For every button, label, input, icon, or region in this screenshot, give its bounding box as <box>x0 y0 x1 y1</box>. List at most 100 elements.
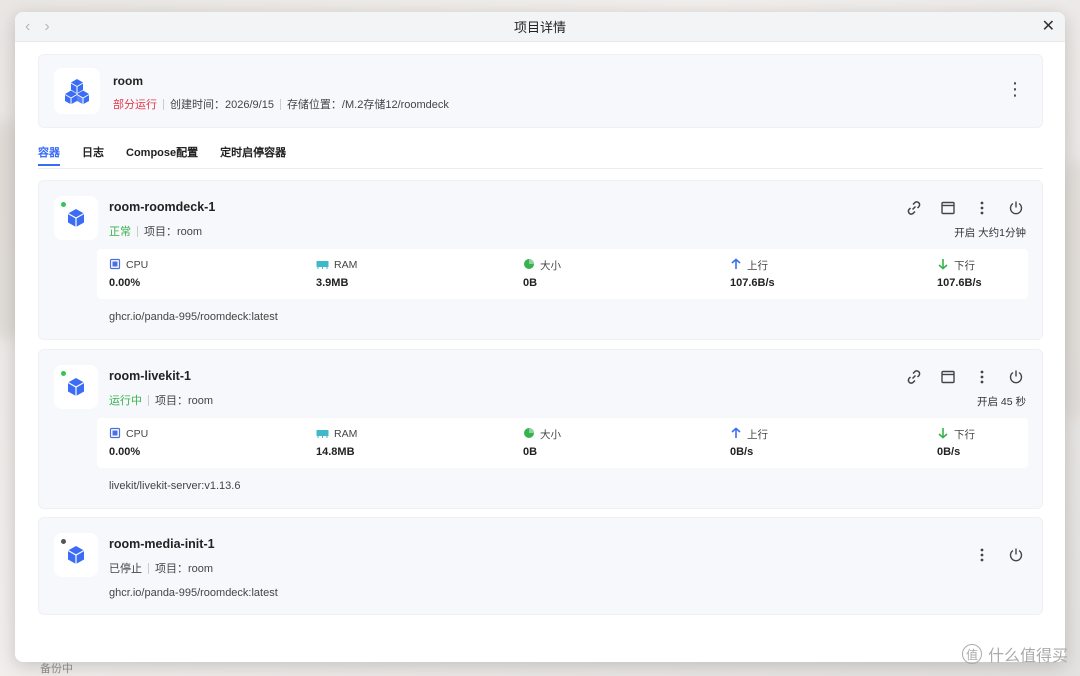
link-icon[interactable] <box>904 367 924 387</box>
stat-value: 0B <box>523 446 538 458</box>
stat-label: 下行 <box>954 428 975 441</box>
more-icon[interactable] <box>972 545 992 565</box>
container-image: livekit/livekit-server:v1.13.6 <box>109 480 241 492</box>
container-card-roomdeck[interactable]: room-roomdeck-1 正常 项目：room 开启 大约1分钟 CPU … <box>38 180 1043 340</box>
container-status: 正常 <box>109 226 131 238</box>
divider <box>148 562 149 574</box>
forward-arrow-icon[interactable]: › <box>44 17 49 37</box>
stat-label: 上行 <box>747 259 768 272</box>
project-created: 创建时间：2026/9/15 <box>170 99 274 111</box>
container-status: 运行中 <box>109 395 142 407</box>
divider <box>163 98 164 110</box>
stat-upload: 上行 0B/s <box>730 426 768 458</box>
stat-cpu: CPU 0.00% <box>109 258 148 289</box>
terminal-window-icon[interactable] <box>938 198 958 218</box>
container-image: ghcr.io/panda-995/roomdeck:latest <box>109 587 278 599</box>
tab-containers[interactable]: 容器 <box>38 140 60 168</box>
stat-label: CPU <box>126 259 149 271</box>
stat-download: 下行 107.6B/s <box>937 258 982 289</box>
container-meta: 已停止 项目：room <box>109 560 213 576</box>
container-name: room-roomdeck-1 <box>109 200 216 214</box>
arrow-down-icon <box>937 427 949 442</box>
status-dot <box>61 371 66 376</box>
stat-value: 0.00% <box>109 277 141 289</box>
divider <box>279 98 281 110</box>
status-dot <box>61 539 66 544</box>
title-bar: ‹ › 项目详情 ✕ <box>15 12 1065 42</box>
project-meta: 部分运行 创建时间：2026/9/15 存储位置：/M.2存储12/roomde… <box>113 96 449 112</box>
more-icon[interactable] <box>972 198 992 218</box>
status-dot <box>61 202 66 207</box>
tab-compose-config[interactable]: Compose配置 <box>126 140 198 168</box>
container-card-livekit[interactable]: room-livekit-1 运行中 项目：room 开启 45 秒 CPU 0… <box>38 349 1043 509</box>
stat-value: 3.9MB <box>316 277 349 289</box>
window-title: 项目详情 <box>513 20 566 35</box>
container-project: 项目：room <box>155 395 214 407</box>
stat-label: 上行 <box>747 428 768 441</box>
terminal-window-icon[interactable] <box>938 367 958 387</box>
stat-label: 大小 <box>540 428 561 441</box>
tab-divider <box>38 168 1043 169</box>
stat-upload: 上行 107.6B/s <box>730 257 775 289</box>
stat-label: 大小 <box>540 259 561 272</box>
nav-arrows: ‹ › <box>25 17 50 37</box>
tab-logs[interactable]: 日志 <box>82 140 104 168</box>
project-details-window: ‹ › 项目详情 ✕ room 部分运行 创建时间：2026/9/15 存储位置… <box>15 12 1065 662</box>
project-storage: 存储位置：/M.2存储12/roomdeck <box>286 99 449 111</box>
back-arrow-icon[interactable]: ‹ <box>25 17 30 37</box>
link-icon[interactable] <box>904 198 924 218</box>
stat-value: 107.6B/s <box>730 277 775 289</box>
more-icon[interactable] <box>972 367 992 387</box>
tab-bar: 容器 日志 Compose配置 定时启停容器 <box>38 140 308 168</box>
container-name: room-media-init-1 <box>109 537 215 551</box>
stat-cpu: CPU 0.00% <box>109 427 148 458</box>
container-actions <box>972 545 1026 565</box>
container-name: room-livekit-1 <box>109 369 191 383</box>
container-actions <box>904 198 1026 218</box>
power-icon[interactable] <box>1006 367 1026 387</box>
watermark: 值 什么值得买 <box>961 642 1068 666</box>
stat-ram: RAM 3.9MB <box>316 258 357 289</box>
container-stats: CPU 0.00% RAM 14.8MB 大小 0B 上行 0B/s 下行 0B… <box>97 418 1028 468</box>
power-icon[interactable] <box>1006 198 1026 218</box>
container-image: ghcr.io/panda-995/roomdeck:latest <box>109 311 278 323</box>
arrow-up-icon <box>730 426 742 442</box>
tab-scheduled-start-stop[interactable]: 定时启停容器 <box>220 140 286 168</box>
power-icon[interactable] <box>1006 545 1026 565</box>
stat-size: 大小 0B <box>523 427 561 458</box>
stat-value: 0B <box>523 277 538 289</box>
container-project: 项目：room <box>144 226 203 238</box>
stat-value: 0B/s <box>937 446 961 458</box>
container-card-media-init[interactable]: room-media-init-1 已停止 项目：room ghcr.io/pa… <box>38 517 1043 615</box>
stat-value: 107.6B/s <box>937 277 982 289</box>
stat-download: 下行 0B/s <box>937 427 975 458</box>
close-icon[interactable]: ✕ <box>1042 17 1055 37</box>
container-meta: 正常 项目：room <box>109 223 202 239</box>
arrow-up-icon <box>730 257 742 273</box>
divider <box>137 225 138 237</box>
project-cubes-icon <box>54 68 100 114</box>
stat-size: 大小 0B <box>523 258 561 289</box>
stat-label: RAM <box>334 428 358 440</box>
divider <box>148 394 149 406</box>
container-uptime: 开启 45 秒 <box>976 396 1026 408</box>
cpu-icon <box>109 258 121 273</box>
project-name: room <box>113 74 143 88</box>
container-stats: CPU 0.00% RAM 3.9MB 大小 0B 上行 107.6B/s 下行… <box>97 249 1028 299</box>
stat-label: 下行 <box>954 259 975 272</box>
container-status: 已停止 <box>109 563 142 575</box>
watermark-text: 什么值得买 <box>987 648 1068 665</box>
stat-label: CPU <box>126 428 149 440</box>
container-meta: 运行中 项目：room <box>109 392 213 408</box>
container-actions <box>904 367 1026 387</box>
project-status: 部分运行 <box>113 99 157 111</box>
arrow-down-icon <box>937 258 949 273</box>
backup-status: 备份中 <box>40 663 73 675</box>
stat-value: 14.8MB <box>316 446 355 458</box>
pie-chart-icon <box>523 427 535 442</box>
container-uptime: 开启 大约1分钟 <box>954 227 1026 239</box>
stat-ram: RAM 14.8MB <box>316 427 357 458</box>
project-more-icon[interactable]: ⋮ <box>1006 79 1024 99</box>
ram-icon <box>316 258 329 273</box>
watermark-logo-icon: 值 <box>961 644 982 664</box>
